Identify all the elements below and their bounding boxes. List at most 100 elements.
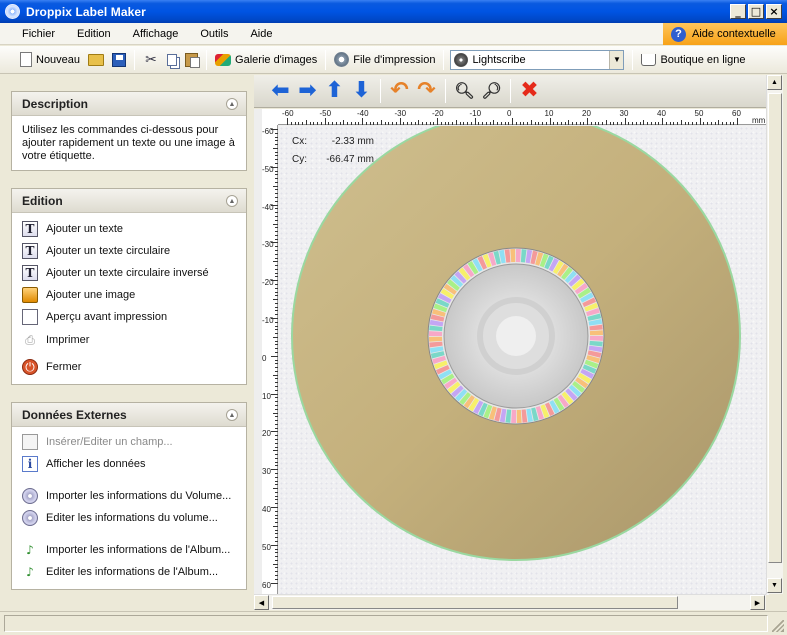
move-left-button[interactable]: ⬅ <box>268 79 293 104</box>
import-volume-label: Importer les informations du Volume... <box>46 489 232 502</box>
edit-album-task[interactable]: ♪ Editer les informations de l'Album... <box>22 561 236 583</box>
ruler-v-tick <box>275 178 278 180</box>
ruler-h-tick <box>534 122 536 125</box>
add-inverse-circular-text-task[interactable]: T Ajouter un texte circulaire inversé <box>22 262 236 284</box>
import-album-label: Importer les informations de l'Album... <box>46 543 231 556</box>
open-button[interactable] <box>84 49 108 71</box>
scroll-left-button[interactable]: ◀ <box>254 595 269 610</box>
add-image-task[interactable]: Ajouter une image <box>22 284 236 306</box>
ruler-h-tick <box>358 122 360 125</box>
undo-button[interactable]: ↶ <box>387 79 412 104</box>
collapse-chevron-icon[interactable]: ▲ <box>226 98 238 110</box>
ruler-v-tick <box>271 166 278 168</box>
add-text-task[interactable]: T Ajouter un texte <box>22 218 236 240</box>
edition-panel-header[interactable]: Edition ▲ <box>12 189 246 213</box>
ruler-v-tick <box>275 578 278 580</box>
add-inverse-circular-text-label: Ajouter un texte circulaire inversé <box>46 266 209 279</box>
toolbar-separator <box>632 49 634 70</box>
paste-button[interactable] <box>181 49 202 71</box>
ruler-h-tick <box>680 120 682 125</box>
dropdown-arrow-icon[interactable]: ▼ <box>609 50 624 69</box>
ruler-h-tick-label: -10 <box>469 109 482 118</box>
ruler-h-tick <box>414 122 416 125</box>
cart-icon <box>641 53 657 66</box>
collapse-chevron-icon[interactable]: ▲ <box>226 409 238 421</box>
maximize-button[interactable]: □ <box>748 4 764 19</box>
edition-panel: Edition ▲ T Ajouter un texte T Ajouter un … <box>11 188 247 385</box>
new-button[interactable]: Nouveau <box>16 49 84 71</box>
cd-label-svg[interactable] <box>279 111 769 595</box>
close-icon: ⏻ <box>22 359 38 375</box>
image-gallery-button[interactable]: Galerie d'images <box>211 49 321 71</box>
printer-type-value: Lightscribe <box>472 53 526 66</box>
menu-aide[interactable]: Aide <box>239 23 283 45</box>
add-circular-text-task[interactable]: T Ajouter un texte circulaire <box>22 240 236 262</box>
menu-edition[interactable]: Edition <box>66 23 122 45</box>
vertical-scroll-thumb[interactable] <box>768 93 782 563</box>
insert-field-task[interactable]: Insérer/Editer un champ... <box>22 431 236 453</box>
ruler-h-tick <box>512 118 513 125</box>
ruler-h-tick <box>590 122 592 125</box>
ruler-v-tick <box>275 510 278 512</box>
horizontal-scrollbar[interactable]: ◀ ▶ <box>254 594 766 610</box>
move-down-button[interactable]: ⬇ <box>349 79 374 104</box>
menu-affichage[interactable]: Affichage <box>122 23 190 45</box>
online-shop-button[interactable]: Boutique en ligne <box>637 49 749 71</box>
minimize-button[interactable]: _ <box>730 4 746 19</box>
printer-type-select[interactable]: Lightscribe ▼ <box>450 49 625 70</box>
edit-volume-task[interactable]: Editer les informations du volume... <box>22 507 236 529</box>
paste-icon <box>185 52 201 68</box>
ruler-v-tick <box>275 389 278 391</box>
ruler-h-tick <box>643 120 645 125</box>
ruler-v-tick <box>275 416 278 418</box>
ruler-h-tick-label: -20 <box>432 109 444 118</box>
ruler-h-tick <box>722 122 723 125</box>
vertical-scrollbar[interactable]: ▲ ▼ <box>766 75 783 594</box>
horizontal-scroll-thumb[interactable] <box>272 596 678 609</box>
ruler-v-tick <box>275 208 278 210</box>
cut-button[interactable]: ✂ <box>139 49 163 71</box>
ruler-v-tick <box>275 329 278 331</box>
ruler-h-tick <box>523 122 525 125</box>
print-preview-task[interactable]: Aperçu avant impression <box>22 306 236 328</box>
close-window-button[interactable]: × <box>766 4 782 19</box>
delete-button[interactable]: ✖ <box>517 79 542 104</box>
external-data-panel-header[interactable]: Données Externes ▲ <box>12 403 246 427</box>
label-canvas[interactable]: Cx: -2.33 mm Cy: -66.47 mm <box>279 111 769 595</box>
ruler-h-tick <box>665 122 667 125</box>
ruler-v-tick <box>275 340 278 342</box>
ruler-v-tick <box>275 197 278 199</box>
move-up-button[interactable]: ⬆ <box>322 79 347 104</box>
scroll-down-button[interactable]: ▼ <box>767 578 782 593</box>
show-data-task[interactable]: i Afficher les données <box>22 453 236 475</box>
resize-grip-icon[interactable] <box>772 620 784 632</box>
ruler-h-tick <box>339 122 341 125</box>
zoom-in-button[interactable]: 🔍︎ <box>452 79 477 104</box>
print-task[interactable]: ⎙ Imprimer <box>22 328 236 352</box>
menu-fichier[interactable]: Fichier <box>0 23 66 45</box>
description-panel-header[interactable]: Description ▲ <box>12 92 246 116</box>
image-icon <box>22 287 38 303</box>
disc-center-hole <box>496 316 536 356</box>
move-right-button[interactable]: ➡ <box>295 79 320 104</box>
menu-outils[interactable]: Outils <box>189 23 239 45</box>
copy-button[interactable] <box>163 49 181 71</box>
ruler-h-tick <box>305 120 307 125</box>
context-help-button[interactable]: ? Aide contextuelle <box>663 23 787 45</box>
zoom-out-button[interactable]: 🔎︎ <box>479 79 504 104</box>
close-task[interactable]: ⏻ Fermer <box>22 352 236 382</box>
import-volume-task[interactable]: Importer les informations du Volume... <box>22 485 236 507</box>
import-album-task[interactable]: ♪ Importer les informations de l'Album... <box>22 539 236 561</box>
ruler-v-tick <box>273 223 278 225</box>
redo-button[interactable]: ↷ <box>414 79 439 104</box>
ruler-v-tick <box>271 355 278 357</box>
window-controls: _ □ × <box>730 4 782 19</box>
collapse-chevron-icon[interactable]: ▲ <box>226 195 238 207</box>
save-button[interactable] <box>108 49 130 71</box>
scroll-right-button[interactable]: ▶ <box>750 595 765 610</box>
ruler-h-tick <box>564 122 566 125</box>
print-queue-button[interactable]: File d'impression <box>330 49 439 71</box>
ruler-v-tick <box>275 370 278 372</box>
cx-value: -2.33 mm <box>331 136 374 147</box>
scroll-up-button[interactable]: ▲ <box>767 75 782 90</box>
